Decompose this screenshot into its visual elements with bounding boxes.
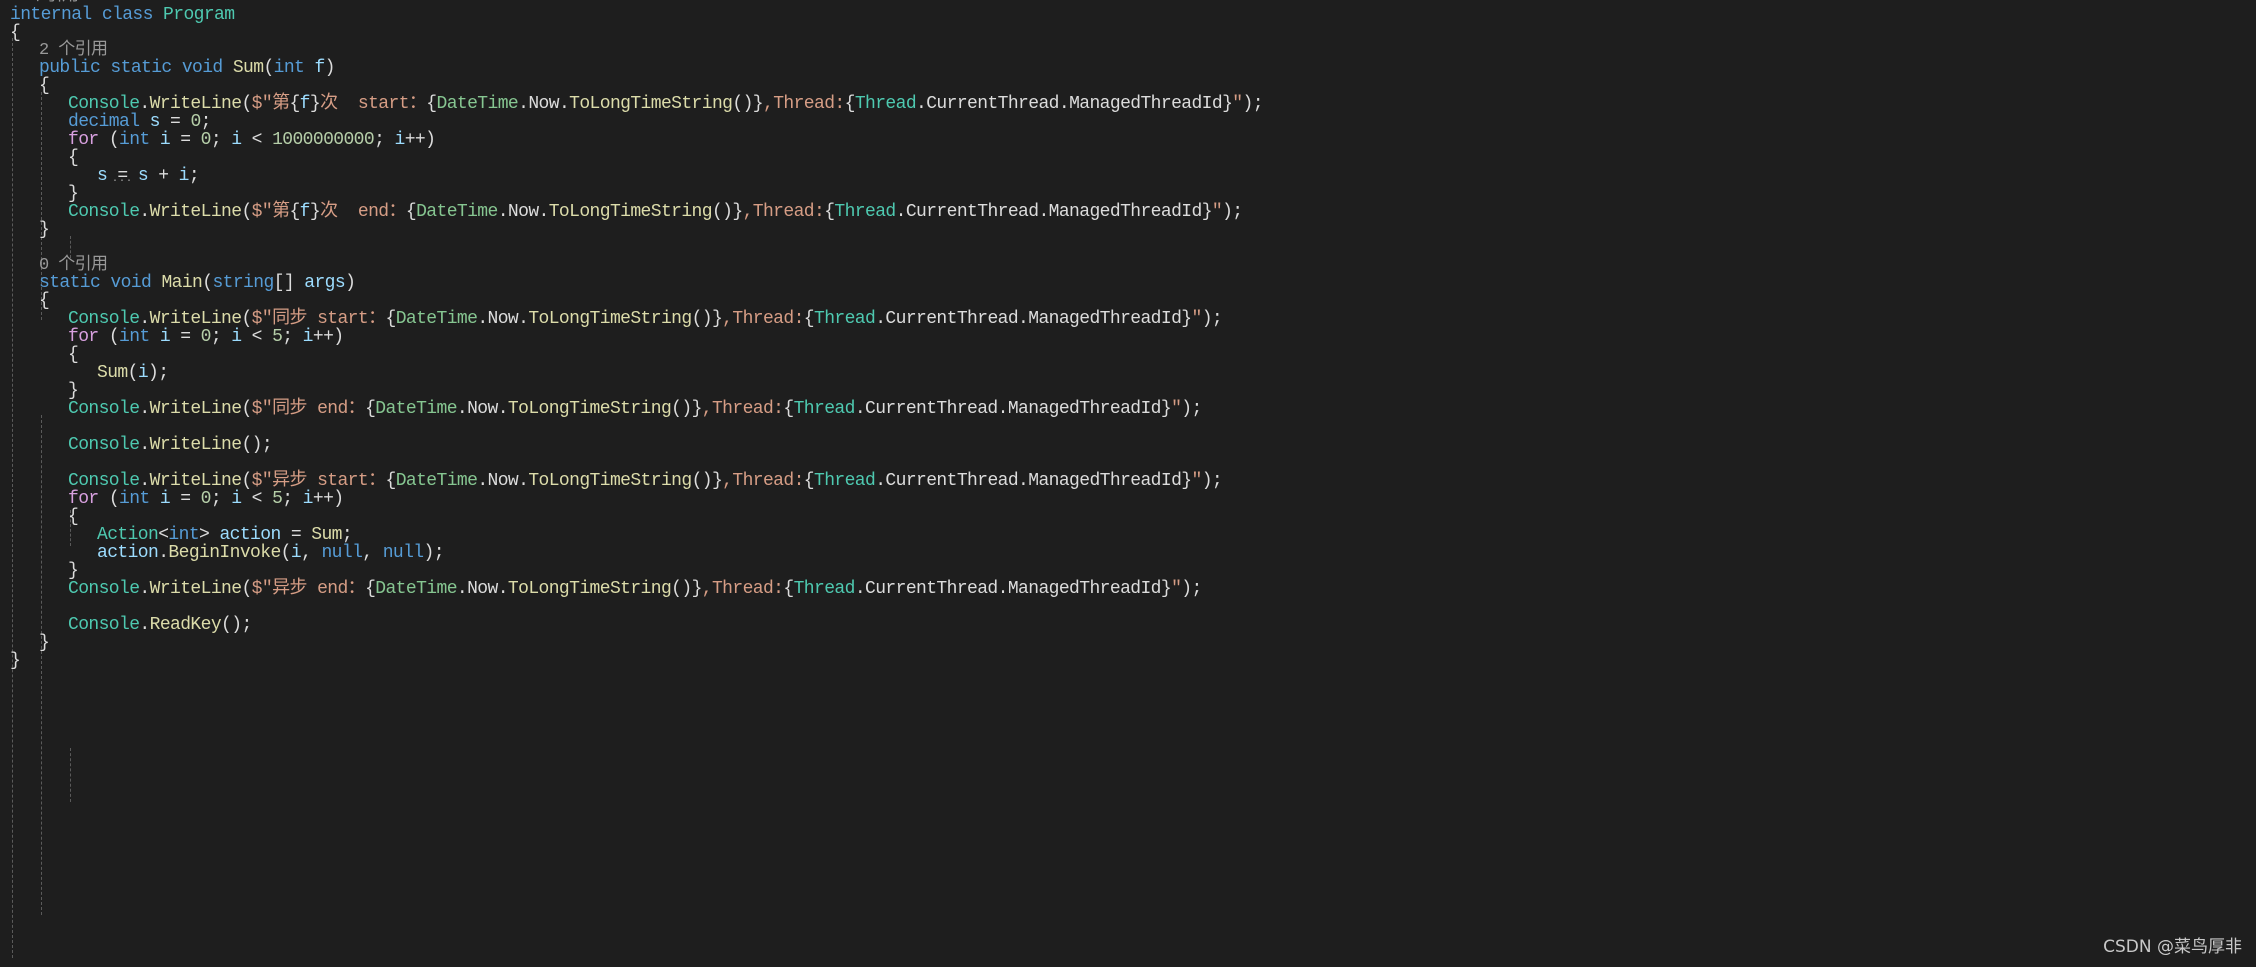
brace-close: } [68,381,79,401]
brace-open: { [39,291,50,311]
class-declaration: internal class Program [10,5,235,25]
main-readkey: Console.ReadKey(); [68,615,252,635]
main-method-signature: static void Main(string[] args) [39,273,356,293]
main-empty-writeline: Console.WriteLine(); [68,435,273,455]
method-name: Sum [232,58,264,78]
brace-close: } [68,184,79,204]
keyword: public static void [39,58,223,78]
indent-guide-sum-for [70,236,71,258]
parameter: f [314,58,325,78]
indent-guide-main-for2 [70,748,71,802]
class-name: Program [163,5,235,25]
brace-open: { [68,507,79,527]
main-begin-invoke: action.BeginInvoke(i, null, null); [97,543,445,563]
main-action-decl: Action<int> action = Sum; [97,525,353,545]
brace-open: { [68,148,79,168]
main-async-start: Console.WriteLine($"异步 start：{DateTime.N… [68,471,1223,491]
brace-open: { [39,76,50,96]
main-sync-start: Console.WriteLine($"同步 start：{DateTime.N… [68,309,1223,329]
main-sync-end: Console.WriteLine($"同步 end：{DateTime.Now… [68,399,1202,419]
keyword: class [101,5,154,25]
main-sync-call: Sum(i); [97,363,169,383]
indent-guide-main [41,415,42,915]
brace-close: } [10,651,21,671]
brace-close: } [39,220,50,240]
code-editor[interactable]: 1 个引用 internal class Program { 2 个引用 pub… [0,0,2256,967]
suggestion-dots-icon[interactable]: ... [112,174,133,185]
keyword: int [273,58,305,78]
sum-decimal-decl: decimal s = 0; [68,112,211,132]
main-sync-for-loop: for (int i = 0; i < 5; i++) [68,327,344,347]
brace-close: } [68,561,79,581]
brace-close: } [39,633,50,653]
keyword: internal [10,5,92,25]
main-async-for-loop: for (int i = 0; i < 5; i++) [68,489,344,509]
main-async-end: Console.WriteLine($"异步 end：{DateTime.Now… [68,579,1202,599]
sum-method-signature: public static void Sum(int f) [39,58,335,78]
brace-open: { [68,345,79,365]
sum-writeline-start: Console.WriteLine($"第{f}次 start：{DateTim… [68,94,1264,114]
sum-writeline-end: Console.WriteLine($"第{f}次 end：{DateTime.… [68,202,1243,222]
brace-open: { [10,23,21,43]
watermark: CSDN @菜鸟厚非 [2103,937,2242,957]
indent-guide-class [12,38,13,958]
sum-for-loop: for (int i = 0; i < 1000000000; i++) [68,130,436,150]
